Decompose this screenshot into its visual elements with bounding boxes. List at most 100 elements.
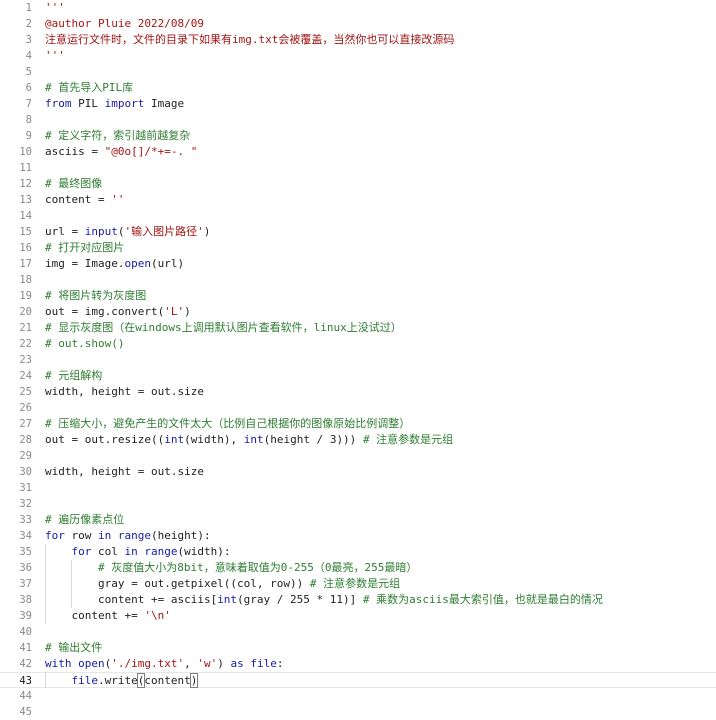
code-line[interactable]: 29 (0, 448, 716, 464)
code-line[interactable]: 33 # 遍历像素点位 (0, 512, 716, 528)
code-line[interactable]: 4 ''' (0, 48, 716, 64)
code-line[interactable]: 32 (0, 496, 716, 512)
code-token: (url) (150, 257, 185, 270)
code-line[interactable]: 44 (0, 688, 716, 704)
code-line[interactable]: 11 (0, 160, 716, 176)
code-line[interactable]: 17 img = Image.open(url) (0, 256, 716, 272)
code-editor[interactable]: 1 ''' 2 @author Pluie 2022/08/09 3 注意运行文件时，文件… (0, 0, 716, 718)
code-text[interactable]: @author Pluie 2022/08/09 (45, 16, 204, 32)
code-line[interactable]: 6 # 首先导入PIL库 (0, 80, 716, 96)
code-line[interactable]: 16 # 打开对应图片 (0, 240, 716, 256)
code-line[interactable]: 40 (0, 624, 716, 640)
code-line[interactable]: 19 # 将图片转为灰度图 (0, 288, 716, 304)
code-line[interactable]: 3 注意运行文件时，文件的目录下如果有img.txt会被覆盖，当然你也可以直接改源… (0, 32, 716, 48)
code-line[interactable]: 22 # out.show() (0, 336, 716, 352)
code-line[interactable]: 25 width, height = out.size (0, 384, 716, 400)
code-line[interactable]: 24 # 元组解构 (0, 368, 716, 384)
line-number: 33 (19, 514, 32, 526)
code-line[interactable]: 13 content = '' (0, 192, 716, 208)
code-text[interactable]: 注意运行文件时，文件的目录下如果有img.txt会被覆盖，当然你也可以直接改源码 (45, 32, 454, 48)
code-token: ) (217, 657, 231, 670)
code-line[interactable]: 36 # 灰度值大小为8bit，意味着取值为0-255（0最亮，255最暗） (0, 560, 716, 576)
code-line[interactable]: 23 (0, 352, 716, 368)
code-token: out = out.resize(( (45, 433, 165, 446)
code-text[interactable]: # 将图片转为灰度图 (45, 288, 146, 304)
code-text[interactable]: file.write(content) (45, 673, 199, 689)
code-text[interactable]: out = out.resize((int(width), int(height… (45, 432, 453, 448)
code-line[interactable]: 1 ''' (0, 0, 716, 16)
code-text[interactable]: # 灰度值大小为8bit，意味着取值为0-255（0最亮，255最暗） (45, 560, 417, 576)
code-token: '输入图片路径' (124, 225, 204, 238)
code-line[interactable]: 2 @author Pluie 2022/08/09 (0, 16, 716, 32)
code-text[interactable]: # 压缩大小，避免产生的文件太大（比例自己根据你的图像原始比例调整） (45, 416, 410, 432)
code-text[interactable]: from PIL import Image (45, 96, 184, 112)
code-token: 'L' (164, 305, 185, 318)
code-line[interactable]: 12 # 最终图像 (0, 176, 716, 192)
code-line[interactable]: 28 out = out.resize((int(width), int(heig… (0, 432, 716, 448)
line-number: 7 (25, 98, 32, 110)
line-number: 16 (19, 242, 32, 254)
code-text[interactable]: # 显示灰度图（在windows上调用默认图片查看软件，linux上没试过） (45, 320, 402, 336)
code-token: int (243, 433, 264, 446)
code-line[interactable]: 27 # 压缩大小，避免产生的文件太大（比例自己根据你的图像原始比例调整） (0, 416, 716, 432)
code-line[interactable]: 5 (0, 64, 716, 80)
code-token: Image (144, 97, 185, 110)
code-line[interactable]: 35 for col in range(width): (0, 544, 716, 560)
code-line[interactable]: 42 with open('./img.txt', 'w') as file: (0, 656, 716, 672)
code-token: # 元组解构 (45, 369, 103, 382)
code-text[interactable]: # 输出文件 (45, 640, 102, 656)
code-text[interactable]: content = '' (45, 192, 124, 208)
code-line[interactable]: 9 # 定义字符，索引越前越复杂 (0, 128, 716, 144)
code-line[interactable]: 7 from PIL import Image (0, 96, 716, 112)
code-line[interactable]: 20 out = img.convert('L') (0, 304, 716, 320)
code-text[interactable]: # 定义字符，索引越前越复杂 (45, 128, 190, 144)
code-line[interactable]: 31 (0, 480, 716, 496)
code-text[interactable]: # 打开对应图片 (45, 240, 124, 256)
code-line[interactable]: 18 (0, 272, 716, 288)
code-line[interactable]: 15 url = input('输入图片路径') (0, 224, 716, 240)
code-text[interactable]: width, height = out.size (45, 464, 204, 480)
code-line[interactable]: 14 (0, 208, 716, 224)
code-token: in (124, 545, 138, 558)
code-token: # 最终图像 (45, 177, 103, 190)
code-token: from (45, 97, 72, 110)
code-token: int (217, 593, 238, 606)
code-line[interactable]: 30 width, height = out.size (0, 464, 716, 480)
code-text[interactable]: # 元组解构 (45, 368, 102, 384)
code-text[interactable]: # 遍历像素点位 (45, 512, 124, 528)
code-text[interactable]: # 首先导入PIL库 (45, 80, 133, 96)
code-text[interactable]: for row in range(height): (45, 528, 211, 544)
code-token: # 将图片转为灰度图 (45, 289, 147, 302)
code-text[interactable]: content += asciis[int(gray / 255 * 11)] … (45, 592, 603, 608)
code-line[interactable]: 26 (0, 400, 716, 416)
code-text[interactable]: asciis = "@0o[]/*+=-. " (45, 144, 197, 160)
code-text[interactable]: out = img.convert('L') (45, 304, 191, 320)
code-text[interactable]: ''' (45, 48, 65, 64)
code-text[interactable]: with open('./img.txt', 'w') as file: (45, 656, 283, 672)
code-line[interactable]: 41 # 输出文件 (0, 640, 716, 656)
code-line[interactable]: 34 for row in range(height): (0, 528, 716, 544)
code-text[interactable]: gray = out.getpixel((col, row)) # 注意参数是元… (45, 576, 400, 592)
line-number: 23 (19, 354, 32, 366)
code-text[interactable]: # 最终图像 (45, 176, 102, 192)
code-text[interactable]: ''' (45, 0, 65, 16)
code-token: for (45, 529, 65, 542)
line-number: 43 (19, 675, 32, 687)
code-line[interactable]: 38 content += asciis[int(gray / 255 * 11… (0, 592, 716, 608)
code-text[interactable]: img = Image.open(url) (45, 256, 184, 272)
bracket-match-highlight: ) (189, 673, 199, 688)
code-text[interactable]: url = input('输入图片路径') (45, 224, 210, 240)
code-line[interactable]: 21 # 显示灰度图（在windows上调用默认图片查看软件，linux上没试过） (0, 320, 716, 336)
code-token: 255 (290, 593, 310, 606)
code-line[interactable]: 37 gray = out.getpixel((col, row)) # 注意参… (0, 576, 716, 592)
code-line[interactable]: 10 asciis = "@0o[]/*+=-. " (0, 144, 716, 160)
code-line[interactable]: 39 content += '\n' (0, 608, 716, 624)
code-line[interactable]: 43 file.write(content) (0, 672, 716, 688)
code-text[interactable]: # out.show() (45, 336, 124, 352)
code-text[interactable]: content += '\n' (45, 608, 170, 624)
code-line[interactable]: 8 (0, 112, 716, 128)
code-text[interactable]: for col in range(width): (45, 544, 231, 560)
code-token: open (78, 657, 105, 670)
code-token: PIL (71, 97, 105, 110)
code-text[interactable]: width, height = out.size (45, 384, 204, 400)
